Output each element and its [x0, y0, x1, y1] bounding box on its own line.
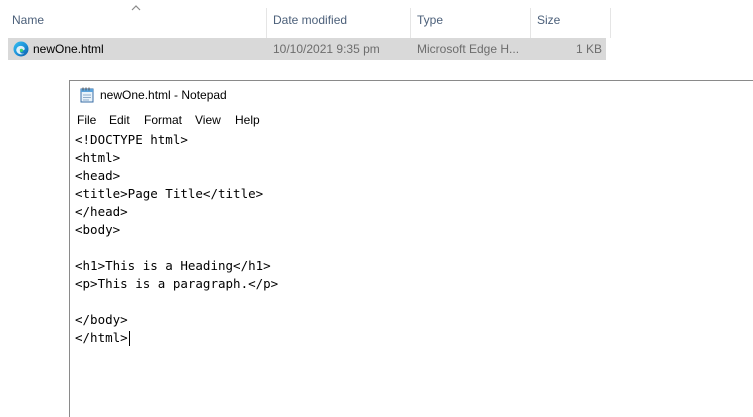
- code-line: </head>: [75, 204, 128, 219]
- window-title: newOne.html - Notepad: [100, 88, 227, 102]
- text-editor[interactable]: <!DOCTYPE html> <html> <head> <title>Pag…: [70, 130, 753, 417]
- code-line: <!DOCTYPE html>: [75, 132, 188, 147]
- column-headers: Name Date modified Type Size: [0, 0, 612, 38]
- title-bar[interactable]: newOne.html - Notepad: [70, 81, 753, 110]
- column-header-type[interactable]: Type: [411, 0, 529, 38]
- code-line-last: </html>: [75, 329, 130, 347]
- code-line: <p>This is a paragraph.</p>: [75, 276, 279, 291]
- file-date-modified: 10/10/2021 9:35 pm: [273, 42, 380, 56]
- column-header-date-modified[interactable]: Date modified: [267, 0, 409, 38]
- code-line: <head>: [75, 168, 121, 183]
- menu-help[interactable]: Help: [234, 110, 261, 130]
- file-size: 1 KB: [575, 42, 602, 56]
- menu-edit[interactable]: Edit: [108, 110, 131, 130]
- code-line: </body>: [75, 312, 128, 327]
- column-divider[interactable]: [610, 8, 611, 38]
- menu-file[interactable]: File: [76, 110, 97, 130]
- code-line-text: </html>: [75, 330, 128, 345]
- notepad-icon: [80, 87, 94, 103]
- file-explorer: Name Date modified Type Size newOne.html…: [0, 0, 753, 80]
- notepad-window[interactable]: newOne.html - Notepad File Edit Format V…: [69, 80, 753, 417]
- code-line: <title>Page Title</title>: [75, 186, 264, 201]
- code-line: <h1>This is a Heading</h1>: [75, 258, 271, 273]
- file-type: Microsoft Edge H...: [417, 42, 520, 56]
- code-line: <body>: [75, 222, 121, 237]
- menu-view[interactable]: View: [194, 110, 222, 130]
- column-header-name[interactable]: Name: [6, 0, 266, 38]
- text-caret: [128, 331, 130, 346]
- file-row[interactable]: newOne.html 10/10/2021 9:35 pm Microsoft…: [8, 38, 606, 60]
- file-name: newOne.html: [33, 42, 104, 56]
- menu-bar: File Edit Format View Help: [70, 110, 753, 130]
- edge-icon: [13, 41, 29, 57]
- menu-format[interactable]: Format: [143, 110, 183, 130]
- column-header-size[interactable]: Size: [531, 0, 609, 38]
- code-line: <html>: [75, 150, 121, 165]
